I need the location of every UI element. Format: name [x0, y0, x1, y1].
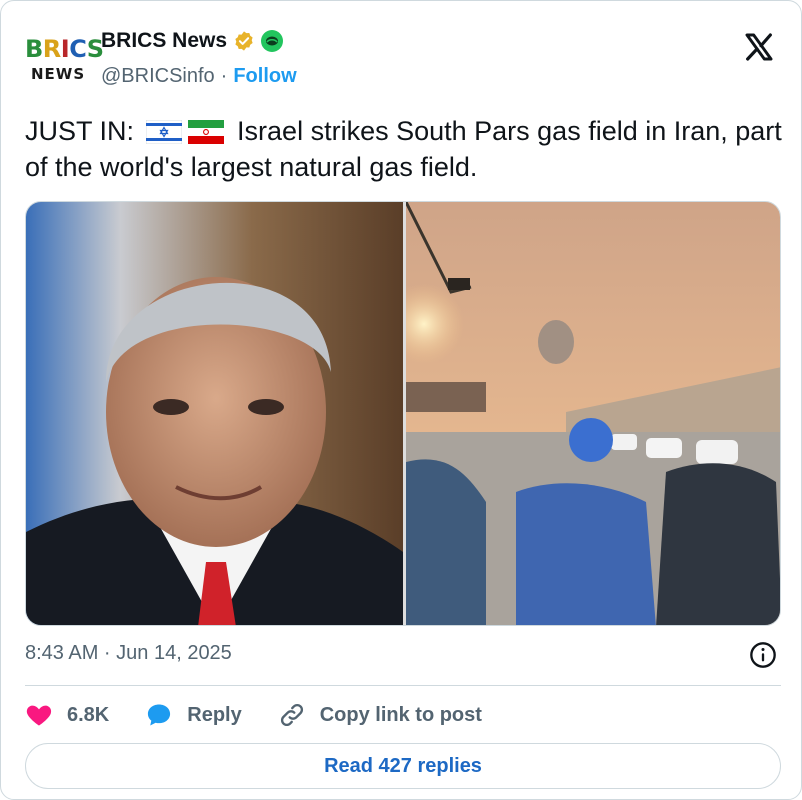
photo-gas-field-smoke[interactable] [406, 202, 781, 626]
tweet-header: BRICS NEWS BRICS News @BRICSinfo · Follo… [25, 23, 781, 95]
tweet-timestamp[interactable]: 8:43 AM · Jun 14, 2025 [25, 642, 232, 665]
like-count: 6.8K [67, 703, 110, 726]
info-icon[interactable] [749, 641, 777, 669]
action-bar: 6.8K Reply Copy link to post [25, 699, 518, 731]
name-row: BRICS News [101, 27, 284, 55]
photo-portrait[interactable] [26, 202, 403, 626]
tweet-text-prefix: JUST IN: [25, 116, 135, 146]
x-logo-icon[interactable] [743, 31, 775, 63]
speech-bubble-icon [148, 704, 171, 726]
copy-link-label: Copy link to post [319, 703, 482, 726]
avatar-news-text: NEWS [31, 65, 86, 83]
separator-dot: · [220, 64, 228, 87]
reply-button[interactable]: Reply [145, 701, 242, 729]
heart-icon [26, 705, 52, 726]
avatar-logo-text: BRICS [25, 35, 104, 63]
author-handle[interactable]: @BRICSinfo [101, 65, 215, 88]
verified-badge-icon [235, 31, 253, 51]
copy-link-button[interactable]: Copy link to post [278, 701, 482, 729]
avatar[interactable]: BRICS NEWS [25, 33, 104, 91]
read-replies-button[interactable]: Read 427 replies [25, 743, 781, 789]
tweet-card: BRICS NEWS BRICS News @BRICSinfo · Follo… [0, 0, 802, 800]
handle-row: @BRICSinfo · Follow [101, 63, 297, 89]
media-grid [25, 201, 781, 626]
tweet-text-body: Israel strikes South Pars gas field in I… [25, 116, 782, 182]
link-icon [280, 703, 303, 727]
tweet-text: JUST IN: Israel strikes South Pars gas f… [25, 113, 785, 185]
like-button[interactable]: 6.8K [25, 701, 109, 729]
reply-label: Reply [187, 703, 242, 726]
follow-button[interactable]: Follow [233, 65, 296, 88]
affiliate-badge-icon[interactable] [261, 30, 284, 52]
divider [25, 685, 781, 686]
iran-flag-icon [187, 120, 224, 144]
display-name[interactable]: BRICS News [101, 29, 227, 53]
israel-flag-icon [145, 120, 182, 144]
